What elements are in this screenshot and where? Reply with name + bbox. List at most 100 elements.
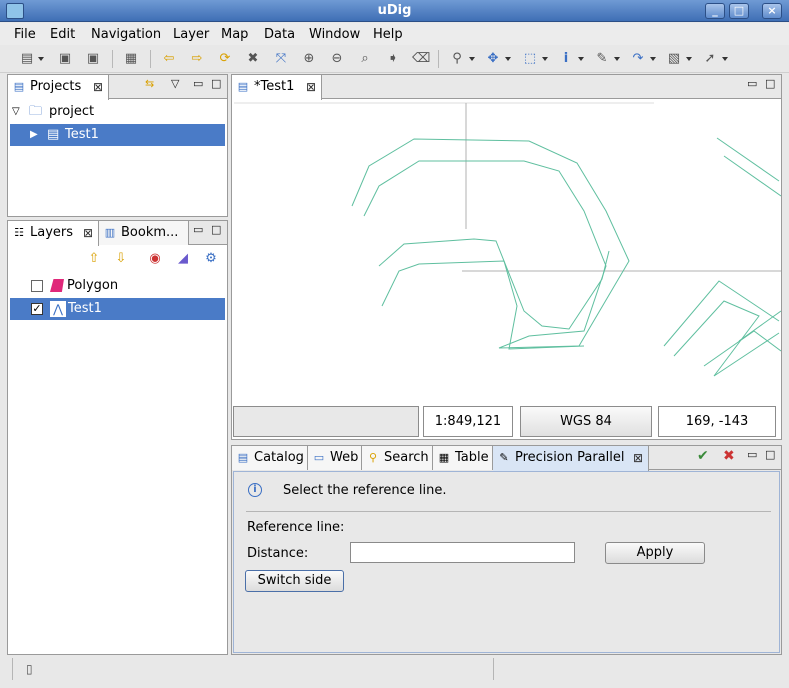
filter-icon[interactable]: ◢: [174, 250, 192, 268]
layer-label: Polygon: [67, 278, 119, 293]
menu-layer[interactable]: Layer: [173, 27, 209, 42]
expand-icon[interactable]: ▽: [12, 101, 20, 123]
menu-navigation[interactable]: Navigation: [91, 27, 161, 42]
commit-icon[interactable]: ▦: [122, 50, 140, 68]
menu-help[interactable]: Help: [373, 27, 403, 42]
tree-item-test1[interactable]: ▶ ▤ Test1: [10, 124, 225, 146]
maximize-view-icon[interactable]: □: [765, 78, 775, 90]
close-icon[interactable]: ⊠: [93, 75, 103, 99]
menu-map[interactable]: Map: [221, 27, 248, 42]
zoom-extent-icon[interactable]: ⤧: [272, 50, 290, 68]
layer-visibility-checkbox[interactable]: [31, 280, 43, 292]
close-window-button[interactable]: ×: [762, 3, 782, 19]
maximize-view-icon[interactable]: □: [211, 78, 221, 90]
style-icon[interactable]: ◉: [146, 250, 164, 268]
zoom-selection-icon[interactable]: ⌕: [356, 50, 374, 68]
save-icon[interactable]: ▣: [56, 50, 74, 68]
map-canvas[interactable]: [234, 101, 781, 403]
tab-search-label: Search: [384, 450, 429, 465]
tab-projects[interactable]: ▤ Projects ⊠: [8, 75, 109, 100]
minimize-view-icon[interactable]: ▭: [747, 78, 757, 90]
close-icon[interactable]: ⊠: [633, 446, 643, 470]
link-icon[interactable]: ⇆: [145, 78, 154, 90]
info-message: Select the reference line.: [283, 483, 447, 498]
next-icon[interactable]: ➧: [384, 50, 402, 68]
close-icon[interactable]: ⊠: [306, 75, 316, 99]
tab-catalog[interactable]: ▤ Catalog: [232, 446, 308, 470]
switch-side-button[interactable]: Switch side: [245, 570, 344, 592]
search-icon: ⚲: [368, 451, 378, 464]
collapse-icon[interactable]: ▶: [30, 124, 38, 146]
info-tool-icon[interactable]: i: [557, 50, 575, 68]
map-status-empty: [233, 406, 419, 437]
refresh-icon[interactable]: ⟳: [216, 50, 234, 68]
tab-layers-label: Layers: [30, 225, 74, 240]
properties-icon[interactable]: ⚙: [202, 250, 220, 268]
create-tool-icon[interactable]: ↷: [629, 50, 647, 68]
cursor-tool-dropdown-icon[interactable]: [722, 57, 728, 61]
forward-icon[interactable]: ⇨: [188, 50, 206, 68]
tab-table[interactable]: ▦ Table: [433, 446, 493, 470]
layer-visibility-checkbox[interactable]: ✓: [31, 303, 43, 315]
pan-tool-dropdown-icon[interactable]: [505, 57, 511, 61]
move-up-icon[interactable]: ⇧: [85, 250, 103, 268]
stop-render-icon[interactable]: ✖: [244, 50, 262, 68]
minimize-view-icon[interactable]: ▭: [193, 224, 203, 236]
map-crs-button[interactable]: WGS 84: [520, 406, 652, 437]
tree-item-project[interactable]: ▽ 🗀 project: [10, 101, 225, 123]
toolbar-separator: [438, 50, 439, 68]
back-icon[interactable]: ⇦: [160, 50, 178, 68]
layer-item-polygon[interactable]: Polygon: [10, 275, 225, 297]
minimize-view-icon[interactable]: ▭: [193, 78, 203, 90]
info-icon: i: [248, 483, 262, 497]
tab-layers[interactable]: ☷ Layers ⊠: [8, 221, 99, 246]
map-scale[interactable]: 1:849,121: [423, 406, 513, 437]
view-menu-icon[interactable]: ▽: [171, 78, 179, 90]
maximize-view-icon[interactable]: □: [211, 224, 221, 236]
accept-icon[interactable]: ✔: [697, 449, 709, 463]
create-tool-dropdown-icon[interactable]: [650, 57, 656, 61]
menu-edit[interactable]: Edit: [50, 27, 75, 42]
minimize-view-icon[interactable]: ▭: [747, 449, 757, 461]
feature-tool-dropdown-icon[interactable]: [686, 57, 692, 61]
layers-panel: ☷ Layers ⊠ ▥ Bookm... ▭ □ ⇧ ⇩ ◉ ◢ ⚙ Poly…: [7, 220, 228, 655]
move-down-icon[interactable]: ⇩: [112, 250, 130, 268]
main-toolbar: ▤ ▣ ▣ ▦ ⇦ ⇨ ⟳ ✖ ⤧ ⊕ ⊖ ⌕ ➧ ⌫ ⚲ ✥ ⬚ i ✎ ↷ …: [0, 45, 789, 73]
layer-item-test1[interactable]: ✓ ⋀ Test1: [10, 298, 225, 320]
new-item-icon[interactable]: ▯: [26, 662, 33, 676]
minimize-window-button[interactable]: _: [705, 3, 725, 19]
tab-map-test1[interactable]: ▤ *Test1 ⊠: [232, 75, 322, 100]
menu-file[interactable]: File: [14, 27, 36, 42]
clear-icon[interactable]: ⌫: [412, 50, 430, 68]
close-icon[interactable]: ⊠: [83, 221, 93, 245]
cancel-icon[interactable]: ✖: [723, 449, 735, 463]
menu-window[interactable]: Window: [309, 27, 360, 42]
selection-tool-dropdown-icon[interactable]: [542, 57, 548, 61]
zoom-in-icon[interactable]: ⊕: [300, 50, 318, 68]
zoom-tool-dropdown-icon[interactable]: [469, 57, 475, 61]
tab-bookmarks[interactable]: ▥ Bookm...: [99, 221, 189, 245]
tab-precision-parallel[interactable]: ✎ Precision Parallel ⊠: [493, 446, 649, 471]
feature-tool-icon[interactable]: ▧: [665, 50, 683, 68]
new-icon[interactable]: ▤: [18, 50, 36, 68]
new-dropdown-arrow-icon[interactable]: [38, 57, 44, 61]
edit-tool-dropdown-icon[interactable]: [614, 57, 620, 61]
tab-search[interactable]: ⚲ Search: [362, 446, 433, 470]
map-editor-tabbar: ▤ *Test1 ⊠ ▭ □: [232, 75, 781, 100]
window-title: uDig: [377, 3, 412, 18]
zoom-tool-icon[interactable]: ⚲: [448, 50, 466, 68]
tab-web[interactable]: ▭ Web: [308, 446, 362, 470]
selection-tool-icon[interactable]: ⬚: [521, 50, 539, 68]
distance-input[interactable]: [350, 542, 575, 563]
edit-tool-icon[interactable]: ✎: [593, 50, 611, 68]
pan-tool-icon[interactable]: ✥: [484, 50, 502, 68]
apply-button[interactable]: Apply: [605, 542, 705, 564]
menu-data[interactable]: Data: [264, 27, 295, 42]
maximize-window-button[interactable]: □: [729, 3, 749, 19]
bottom-views-panel: ▤ Catalog ▭ Web ⚲ Search ▦ Table ✎ Preci…: [231, 445, 782, 655]
maximize-view-icon[interactable]: □: [765, 449, 775, 461]
zoom-out-icon[interactable]: ⊖: [328, 50, 346, 68]
cursor-tool-icon[interactable]: ➚: [701, 50, 719, 68]
info-tool-dropdown-icon[interactable]: [578, 57, 584, 61]
save-all-icon[interactable]: ▣: [84, 50, 102, 68]
